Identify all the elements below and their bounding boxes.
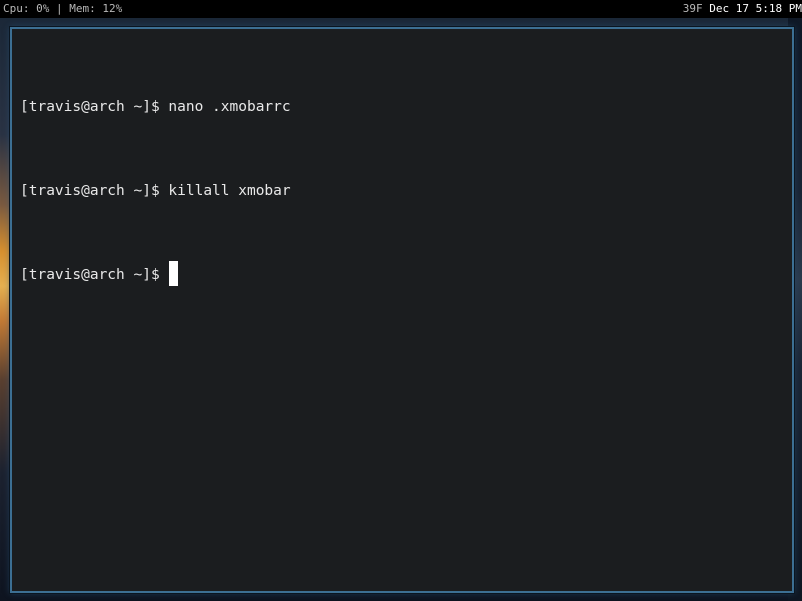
date-display: Dec 17 — [709, 2, 750, 15]
terminal-line: [travis@arch ~]$ nano .xmobarrc — [20, 93, 291, 121]
shell-prompt: [travis@arch ~]$ — [20, 183, 169, 199]
shell-prompt: [travis@arch ~]$ — [20, 99, 169, 115]
shell-prompt: [travis@arch ~]$ — [20, 267, 169, 283]
text-cursor — [169, 261, 179, 286]
shell-command: killall xmobar — [168, 183, 291, 199]
status-bar: Cpu: 0% | Mem: 12% 39F Dec 17 5:18 PM — [0, 0, 802, 18]
time-display: 5:18 PM — [755, 2, 802, 15]
status-separator: | — [55, 2, 63, 15]
cpu-usage: Cpu: 0% — [3, 2, 50, 15]
terminal-window[interactable]: [travis@arch ~]$ nano .xmobarrc [travis@… — [10, 27, 794, 593]
terminal-line: [travis@arch ~]$ killall xmobar — [20, 177, 291, 205]
memory-usage: Mem: 12% — [69, 2, 123, 15]
desktop: Cpu: 0% | Mem: 12% 39F Dec 17 5:18 PM [t… — [0, 0, 802, 601]
terminal-line-active[interactable]: [travis@arch ~]$ — [20, 261, 291, 289]
shell-command: nano .xmobarrc — [168, 99, 291, 115]
status-bar-right: 39F Dec 17 5:18 PM — [683, 0, 802, 18]
weather-temperature: 39F — [682, 2, 703, 15]
status-bar-left: Cpu: 0% | Mem: 12% — [3, 0, 122, 18]
terminal-output[interactable]: [travis@arch ~]$ nano .xmobarrc [travis@… — [20, 37, 291, 345]
